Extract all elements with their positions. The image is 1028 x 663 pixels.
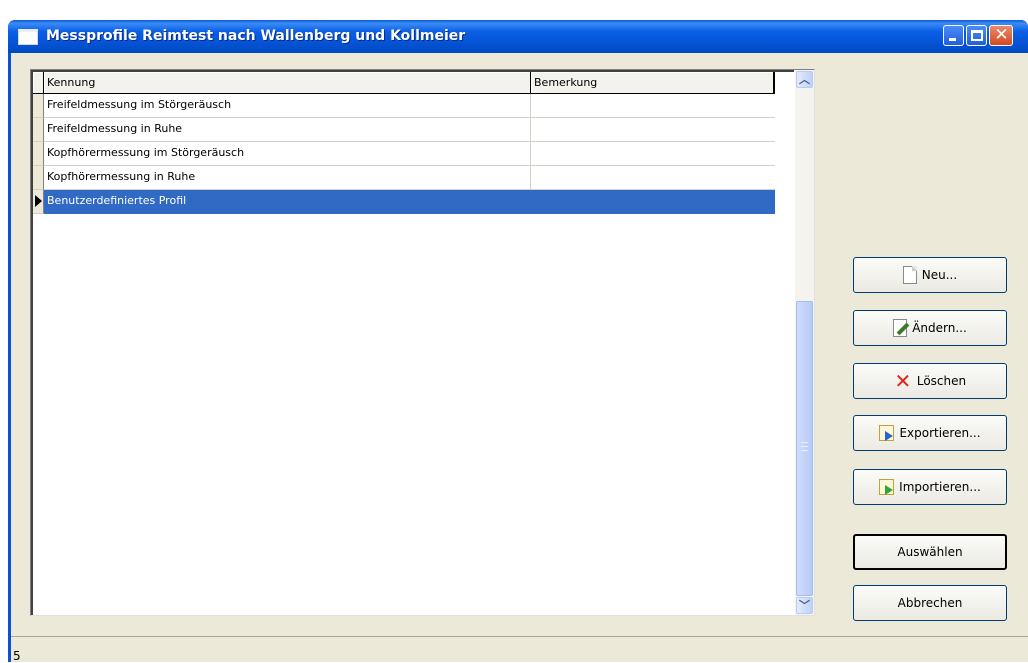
cell-bemerkung[interactable] — [531, 94, 775, 118]
cell-bemerkung[interactable] — [531, 118, 775, 142]
dialog-window: Messprofile Reimtest nach Wallenberg und… — [8, 20, 1028, 663]
new-button-label: Neu... — [921, 268, 958, 282]
title-bar[interactable]: Messprofile Reimtest nach Wallenberg und… — [8, 20, 1028, 53]
delete-button-label: Löschen — [916, 374, 967, 388]
row-indicator[interactable] — [33, 118, 44, 142]
select-button[interactable]: Auswählen — [853, 534, 1007, 570]
edit-button-label: Ändern... — [912, 321, 967, 335]
close-icon: ✕ — [994, 25, 1009, 45]
window-icon — [18, 29, 38, 45]
close-button[interactable]: ✕ — [989, 25, 1013, 46]
row-indicator[interactable] — [33, 142, 44, 166]
current-row-arrow-icon — [35, 195, 42, 207]
cell-bemerkung[interactable] — [531, 166, 775, 190]
cell-kennung[interactable]: Benutzerdefiniertes Profil — [44, 190, 531, 214]
delete-icon: ✕ — [894, 369, 912, 393]
table-row[interactable]: Freifeldmessung im Störgeräusch — [33, 94, 775, 118]
table-row[interactable]: Kopfhörermessung in Ruhe — [33, 166, 775, 190]
table-row[interactable]: Freifeldmessung in Ruhe — [33, 118, 775, 142]
row-indicator[interactable] — [33, 94, 44, 118]
new-document-icon — [902, 266, 917, 284]
cell-bemerkung[interactable] — [531, 142, 775, 166]
cell-kennung[interactable]: Freifeldmessung in Ruhe — [44, 118, 531, 142]
maximize-icon — [971, 30, 983, 41]
cell-kennung[interactable]: Kopfhörermessung im Störgeräusch — [44, 142, 531, 166]
chevron-down-icon: ﹀ — [799, 599, 810, 612]
row-indicator-header — [33, 72, 44, 94]
status-bar: 5 — [11, 636, 1028, 663]
import-icon — [879, 479, 895, 495]
cell-bemerkung[interactable] — [531, 190, 775, 214]
edit-icon — [893, 319, 908, 337]
window-title: Messprofile Reimtest nach Wallenberg und… — [46, 28, 466, 44]
maximize-button[interactable] — [966, 25, 987, 46]
scroll-thumb[interactable] — [796, 301, 813, 596]
grid-body: Kennung Bemerkung Freifeldmessung im Stö… — [31, 70, 794, 615]
export-button-label: Exportieren... — [899, 426, 981, 440]
export-icon — [879, 425, 895, 441]
import-button-label: Importieren... — [899, 480, 981, 494]
select-button-label: Auswählen — [897, 545, 963, 559]
delete-button[interactable]: ✕ Löschen — [853, 363, 1007, 399]
new-button[interactable]: Neu... — [853, 257, 1007, 293]
column-header-kennung[interactable]: Kennung — [44, 72, 531, 94]
row-indicator[interactable] — [33, 190, 44, 214]
cell-kennung[interactable]: Freifeldmessung im Störgeräusch — [44, 94, 531, 118]
edit-button[interactable]: Ändern... — [853, 310, 1007, 346]
dialog-client-area: Kennung Bemerkung Freifeldmessung im Stö… — [11, 53, 1028, 663]
cancel-button-label: Abbrechen — [897, 596, 963, 610]
import-button[interactable]: Importieren... — [853, 469, 1007, 505]
minimize-button[interactable] — [943, 25, 964, 46]
cell-kennung[interactable]: Kopfhörermessung in Ruhe — [44, 166, 531, 190]
export-button[interactable]: Exportieren... — [853, 415, 1007, 451]
vertical-scrollbar[interactable]: ︿ ﹀ — [795, 70, 814, 615]
chevron-up-icon: ︿ — [799, 73, 810, 86]
scroll-down-button[interactable]: ﹀ — [796, 597, 813, 614]
table-row-selected[interactable]: Benutzerdefiniertes Profil — [33, 190, 775, 214]
scroll-up-button[interactable]: ︿ — [796, 71, 813, 88]
table-row[interactable]: Kopfhörermessung im Störgeräusch — [33, 142, 775, 166]
status-record-count: 5 — [13, 649, 21, 663]
profile-grid[interactable]: Kennung Bemerkung Freifeldmessung im Stö… — [30, 69, 815, 616]
minimize-icon — [949, 38, 956, 41]
cancel-button[interactable]: Abbrechen — [853, 585, 1007, 621]
row-indicator[interactable] — [33, 166, 44, 190]
column-header-bemerkung[interactable]: Bemerkung — [531, 72, 775, 94]
scroll-grip-icon — [801, 442, 808, 451]
